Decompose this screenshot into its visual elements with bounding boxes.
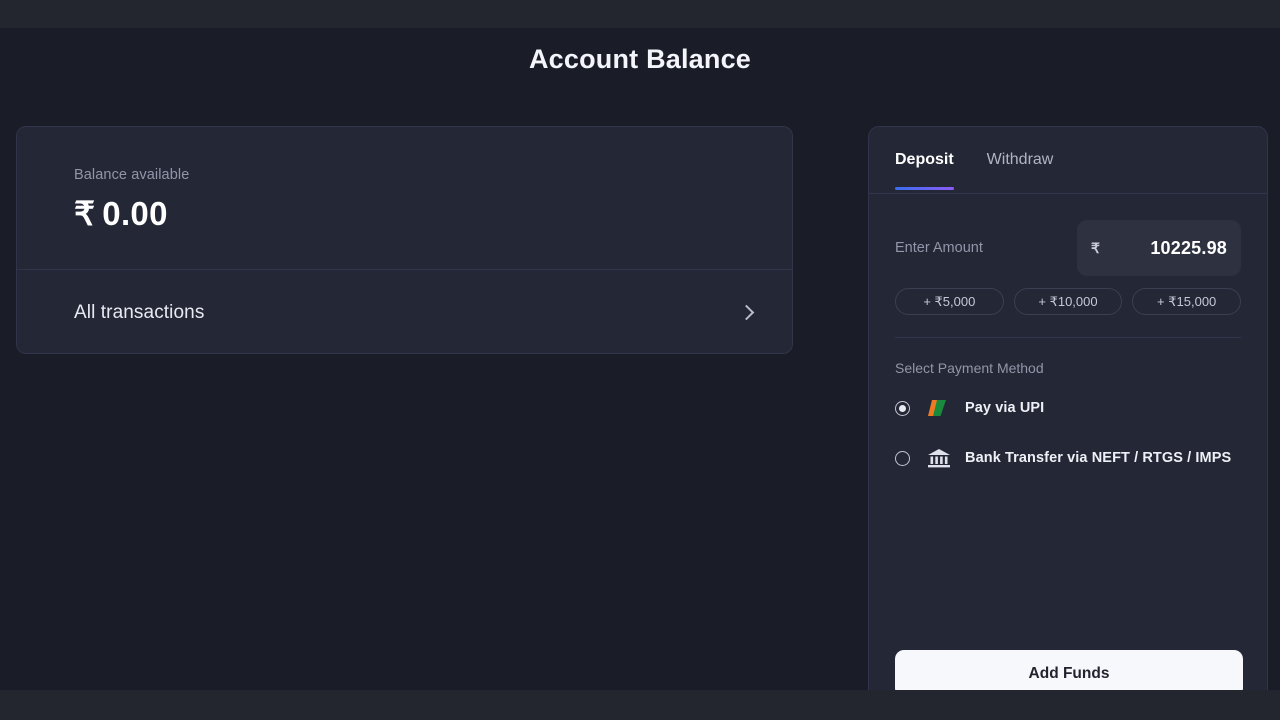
enter-amount-label: Enter Amount <box>895 240 983 256</box>
quick-amount-15000[interactable]: + ₹15,000 <box>1132 288 1242 315</box>
payment-option-upi-label: Pay via UPI <box>965 400 1045 416</box>
payment-option-upi[interactable]: Pay via UPI <box>895 397 1241 419</box>
page-title: Account Balance <box>528 44 752 74</box>
payment-option-bank-transfer[interactable]: Bank Transfer via NEFT / RTGS / IMPS <box>895 447 1241 469</box>
section-divider <box>895 337 1241 338</box>
quick-amount-5000[interactable]: + ₹5,000 <box>895 288 1004 315</box>
amount-input[interactable]: ₹ 10225.98 <box>1077 220 1241 276</box>
amount-input-value: 10225.98 <box>1150 237 1227 258</box>
balance-amount: ₹0.00 <box>74 194 792 233</box>
tab-withdraw[interactable]: Withdraw <box>987 151 1054 190</box>
quick-amount-10000[interactable]: + ₹10,000 <box>1013 288 1123 315</box>
page-content: Account Balance Balance available ₹0.00 … <box>0 28 1280 701</box>
balance-card: Balance available ₹0.00 All transactions <box>16 126 793 354</box>
balance-summary: Balance available ₹0.00 <box>17 127 792 269</box>
balance-available-label: Balance available <box>74 167 190 183</box>
rupee-symbol-icon: ₹ <box>74 195 96 232</box>
browser-bottom-bar <box>0 690 1280 720</box>
deposit-panel: Deposit Withdraw Enter Amount ₹ 10225.98… <box>868 126 1268 701</box>
select-payment-method-label: Select Payment Method <box>895 360 1044 376</box>
all-transactions-label: All transactions <box>74 301 205 323</box>
amount-row: Enter Amount ₹ 10225.98 <box>895 220 1241 276</box>
browser-top-bar <box>0 0 1280 28</box>
all-transactions-row[interactable]: All transactions <box>17 270 792 355</box>
upi-logo-icon <box>926 397 952 419</box>
radio-button-upi[interactable] <box>895 400 910 416</box>
payment-option-bank-transfer-label: Bank Transfer via NEFT / RTGS / IMPS <box>965 450 1232 466</box>
deposit-form: Enter Amount ₹ 10225.98 + ₹5,000 + ₹10,0… <box>869 220 1267 469</box>
tab-deposit[interactable]: Deposit <box>895 151 954 190</box>
rupee-symbol-icon: ₹ <box>1091 239 1100 256</box>
radio-button-bank-transfer[interactable] <box>895 450 910 466</box>
quick-amount-chips: + ₹5,000 + ₹10,000 + ₹15,000 <box>895 288 1242 315</box>
radio-selected-dot <box>899 404 906 412</box>
chevron-right-icon <box>738 304 755 321</box>
balance-amount-value: 0.00 <box>102 195 168 232</box>
bank-building-icon <box>926 447 952 469</box>
tab-bar: Deposit Withdraw <box>869 127 1267 194</box>
